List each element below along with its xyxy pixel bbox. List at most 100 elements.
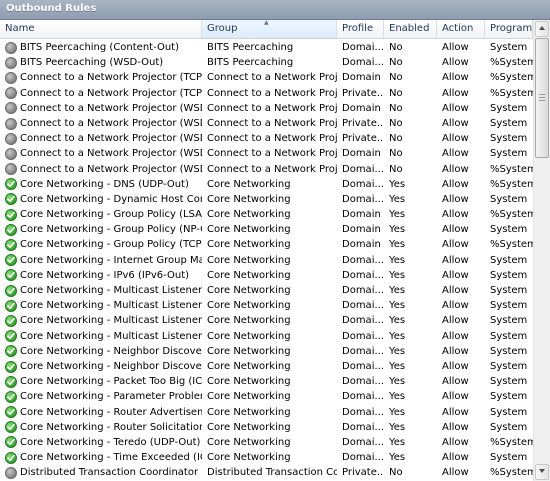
cell-text: Yes — [389, 193, 406, 205]
cell-name: Core Networking - Neighbor Discovery A..… — [0, 344, 202, 359]
cell-enabled: Yes — [384, 207, 437, 222]
cell-profile: Domai... — [337, 283, 384, 298]
column-header-action[interactable]: Action — [437, 20, 485, 38]
cell-name: Core Networking - Router Solicitation (I… — [0, 420, 202, 435]
cell-group: Core Networking — [202, 313, 337, 328]
cell-action: Allow — [437, 40, 485, 55]
table-row[interactable]: Core Networking - Packet Too Big (ICMP..… — [0, 374, 533, 389]
cell-program: System — [485, 374, 533, 389]
table-row[interactable]: Connect to a Network Projector (WSD Ev..… — [0, 131, 533, 146]
cell-name: Core Networking - Neighbor Discovery S..… — [0, 359, 202, 374]
cell-action: Allow — [437, 70, 485, 85]
cell-profile: Domai... — [337, 420, 384, 435]
column-header-program[interactable]: Program — [485, 20, 533, 38]
cell-text: Private... — [342, 467, 384, 479]
scroll-up-button[interactable] — [535, 21, 549, 37]
cell-text: Domain — [342, 102, 381, 114]
table-row[interactable]: Connect to a Network Projector (WSD Ev..… — [0, 101, 533, 116]
cell-enabled: No — [384, 101, 437, 116]
cell-program: %System. — [485, 162, 533, 177]
table-row[interactable]: Core Networking - Group Policy (NP-Out) C… — [0, 222, 533, 237]
cell-text: Core Networking - Router Solicitation (I… — [20, 421, 202, 433]
cell-text: Core Networking — [207, 391, 291, 403]
cell-group: Distributed Transaction Coo... — [202, 465, 337, 480]
table-row[interactable]: Core Networking - Dynamic Host Config...… — [0, 192, 533, 207]
cell-action: Allow — [437, 450, 485, 465]
cell-text: System — [490, 224, 528, 236]
cell-enabled: Yes — [384, 237, 437, 252]
cell-enabled: Yes — [384, 268, 437, 283]
cell-group: BITS Peercaching — [202, 40, 337, 55]
cell-group: Connect to a Network Proje... — [202, 86, 337, 101]
cell-action: Allow — [437, 177, 485, 192]
cell-profile: Domai... — [337, 40, 384, 55]
cell-text: System — [490, 117, 528, 129]
table-row[interactable]: Connect to a Network Projector (WSD Ev..… — [0, 146, 533, 161]
table-row[interactable]: Core Networking - Multicast Listener Rep… — [0, 313, 533, 328]
cell-text: Allow — [442, 360, 469, 372]
rule-disabled-icon — [5, 466, 17, 479]
cell-text: Allow — [442, 452, 469, 464]
cell-text: Domai... — [342, 193, 384, 205]
cell-text: Core Networking — [207, 178, 291, 190]
cell-text: Domai... — [342, 254, 384, 266]
cell-enabled: No — [384, 146, 437, 161]
table-row[interactable]: Distributed Transaction Coordinator (TC.… — [0, 465, 533, 480]
scroll-down-button[interactable] — [535, 464, 549, 480]
cell-text: Allow — [442, 345, 469, 357]
cell-text: Yes — [389, 209, 406, 221]
table-row[interactable]: Core Networking - Router Solicitation (I… — [0, 420, 533, 435]
table-row[interactable]: Core Networking - Teredo (UDP-Out) Core N… — [0, 435, 533, 450]
rule-enabled-check-icon — [5, 254, 17, 267]
cell-program: System — [485, 359, 533, 374]
cell-text: Core Networking - Neighbor Discovery A..… — [20, 345, 202, 357]
column-header-name[interactable]: Name — [0, 20, 202, 38]
table-row[interactable]: Core Networking - Router Advertisement..… — [0, 405, 533, 420]
cell-profile: Domain — [337, 222, 384, 237]
cell-text: Core Networking — [207, 254, 291, 266]
table-row[interactable]: Core Networking - Internet Group Mana...… — [0, 253, 533, 268]
cell-text: Allow — [442, 391, 469, 403]
panel-title-bar: Outbound Rules — [0, 0, 550, 20]
table-row[interactable]: Connect to a Network Projector (TCP-Out)… — [0, 70, 533, 85]
table-row[interactable]: Core Networking - Neighbor Discovery A..… — [0, 344, 533, 359]
column-header-profile[interactable]: Profile — [337, 20, 384, 38]
column-header-enabled[interactable]: Enabled — [384, 20, 437, 38]
table-row[interactable]: Connect to a Network Projector (WSD Ev..… — [0, 116, 533, 131]
cell-text: Private... — [342, 117, 384, 129]
table-row[interactable]: Core Networking - Multicast Listener Qu.… — [0, 298, 533, 313]
table-row[interactable]: Core Networking - Neighbor Discovery S..… — [0, 359, 533, 374]
table-row[interactable]: Connect to a Network Projector (TCP-Out)… — [0, 86, 533, 101]
vertical-scrollbar[interactable] — [533, 20, 550, 481]
cell-action: Allow — [437, 162, 485, 177]
cell-enabled: No — [384, 162, 437, 177]
cell-profile: Private... — [337, 131, 384, 146]
cell-text: Core Networking — [207, 345, 291, 357]
scroll-thumb[interactable] — [535, 38, 549, 158]
table-row[interactable]: Core Networking - IPv6 (IPv6-Out) Core Ne… — [0, 268, 533, 283]
cell-text: Allow — [442, 269, 469, 281]
cell-profile: Domai... — [337, 192, 384, 207]
table-row[interactable]: Core Networking - Time Exceeded (ICMP...… — [0, 450, 533, 465]
cell-text: Domai... — [342, 360, 384, 372]
rule-enabled-check-icon — [5, 223, 17, 236]
cell-text: System — [490, 285, 528, 296]
cell-profile: Domain — [337, 237, 384, 252]
table-row[interactable]: Core Networking - Group Policy (TCP-O...… — [0, 237, 533, 252]
cell-enabled: No — [384, 86, 437, 101]
table-row[interactable]: Core Networking - Parameter Problem (I..… — [0, 389, 533, 404]
table-row[interactable]: BITS Peercaching (Content-Out) BITS Peerc… — [0, 40, 533, 55]
cell-group: Core Networking — [202, 359, 337, 374]
cell-enabled: No — [384, 40, 437, 55]
table-row[interactable]: Core Networking - Group Policy (LSASS-..… — [0, 207, 533, 222]
table-row[interactable]: Core Networking - Multicast Listener Rep… — [0, 329, 533, 344]
cell-text: Core Networking - Group Policy (LSASS-..… — [20, 209, 202, 221]
cell-profile: Domain — [337, 146, 384, 161]
table-row[interactable]: Connect to a Network Projector (WSD-O...… — [0, 162, 533, 177]
cell-action: Allow — [437, 374, 485, 389]
column-header-group[interactable]: Group ▲ — [202, 20, 337, 38]
table-row[interactable]: BITS Peercaching (WSD-Out) BITS Peercachi… — [0, 55, 533, 70]
table-row[interactable]: Core Networking - DNS (UDP-Out) Core Netw… — [0, 177, 533, 192]
cell-enabled: No — [384, 55, 437, 70]
table-row[interactable]: Core Networking - Multicast Listener Do.… — [0, 283, 533, 298]
